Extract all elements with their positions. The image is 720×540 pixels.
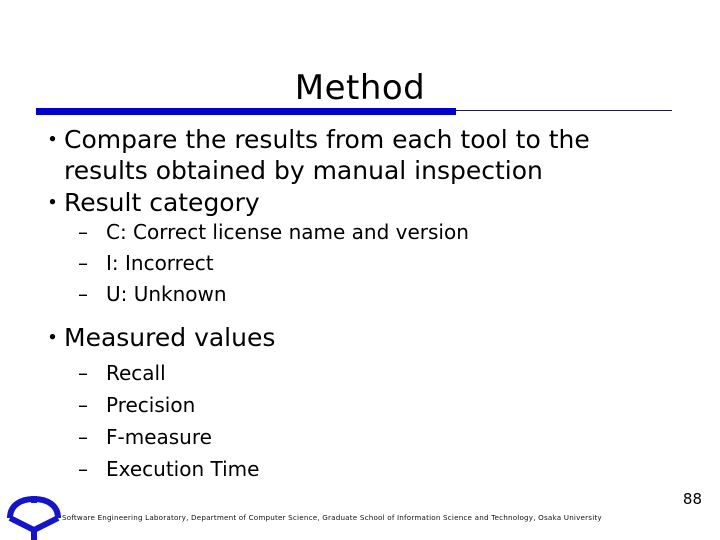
dash-marker-icon: – bbox=[78, 425, 88, 449]
dash-marker-icon: – bbox=[78, 220, 88, 244]
bullet-item: ・ Compare the results from each tool to … bbox=[30, 124, 680, 186]
bullet-text: Result category bbox=[64, 188, 260, 217]
dash-marker-icon: – bbox=[78, 457, 88, 481]
sub-bullet-item: – Recall bbox=[30, 361, 680, 386]
bullet-item: ・ Measured values bbox=[30, 322, 680, 353]
sub-bullet-item: – C: Correct license name and version bbox=[30, 220, 680, 245]
sub-bullet-text: Precision bbox=[106, 393, 196, 417]
slide-body: ・ Compare the results from each tool to … bbox=[30, 124, 680, 489]
bullet-text: Measured values bbox=[64, 323, 276, 352]
divider-accent-bar bbox=[36, 108, 456, 115]
dash-marker-icon: – bbox=[78, 251, 88, 275]
sub-bullet-item: – Execution Time bbox=[30, 457, 680, 482]
sub-bullet-text: Recall bbox=[106, 361, 166, 385]
osaka-university-crest-icon bbox=[6, 495, 62, 540]
sub-bullet-text: U: Unknown bbox=[106, 282, 227, 306]
dash-marker-icon: – bbox=[78, 393, 88, 417]
bullet-marker-icon: ・ bbox=[40, 125, 66, 154]
sub-bullet-item: – U: Unknown bbox=[30, 282, 680, 307]
sub-bullet-text: C: Correct license name and version bbox=[106, 220, 469, 244]
bullet-text: Compare the results from each tool to th… bbox=[64, 125, 590, 185]
sub-bullet-item: – I: Incorrect bbox=[30, 251, 680, 276]
bullet-item: ・ Result category bbox=[30, 187, 680, 218]
dash-marker-icon: – bbox=[78, 282, 88, 306]
footer-affiliation: Software Engineering Laboratory, Departm… bbox=[62, 513, 602, 522]
dash-marker-icon: – bbox=[78, 361, 88, 385]
sub-bullet-group: – Recall – Precision – F-measure – Execu… bbox=[30, 361, 680, 482]
bullet-marker-icon: ・ bbox=[40, 323, 66, 352]
sub-bullet-text: Execution Time bbox=[106, 457, 260, 481]
sub-bullet-text: I: Incorrect bbox=[106, 251, 214, 275]
sub-bullet-text: F-measure bbox=[106, 425, 212, 449]
sub-bullet-item: – F-measure bbox=[30, 425, 680, 450]
page-number: 88 bbox=[682, 490, 702, 508]
sub-bullet-item: – Precision bbox=[30, 393, 680, 418]
slide-title: Method bbox=[294, 68, 426, 108]
sub-bullet-group: – C: Correct license name and version – … bbox=[30, 220, 680, 307]
presentation-slide: Method ・ Compare the results from each t… bbox=[0, 0, 720, 540]
title-divider bbox=[0, 104, 720, 118]
bullet-marker-icon: ・ bbox=[40, 188, 66, 217]
